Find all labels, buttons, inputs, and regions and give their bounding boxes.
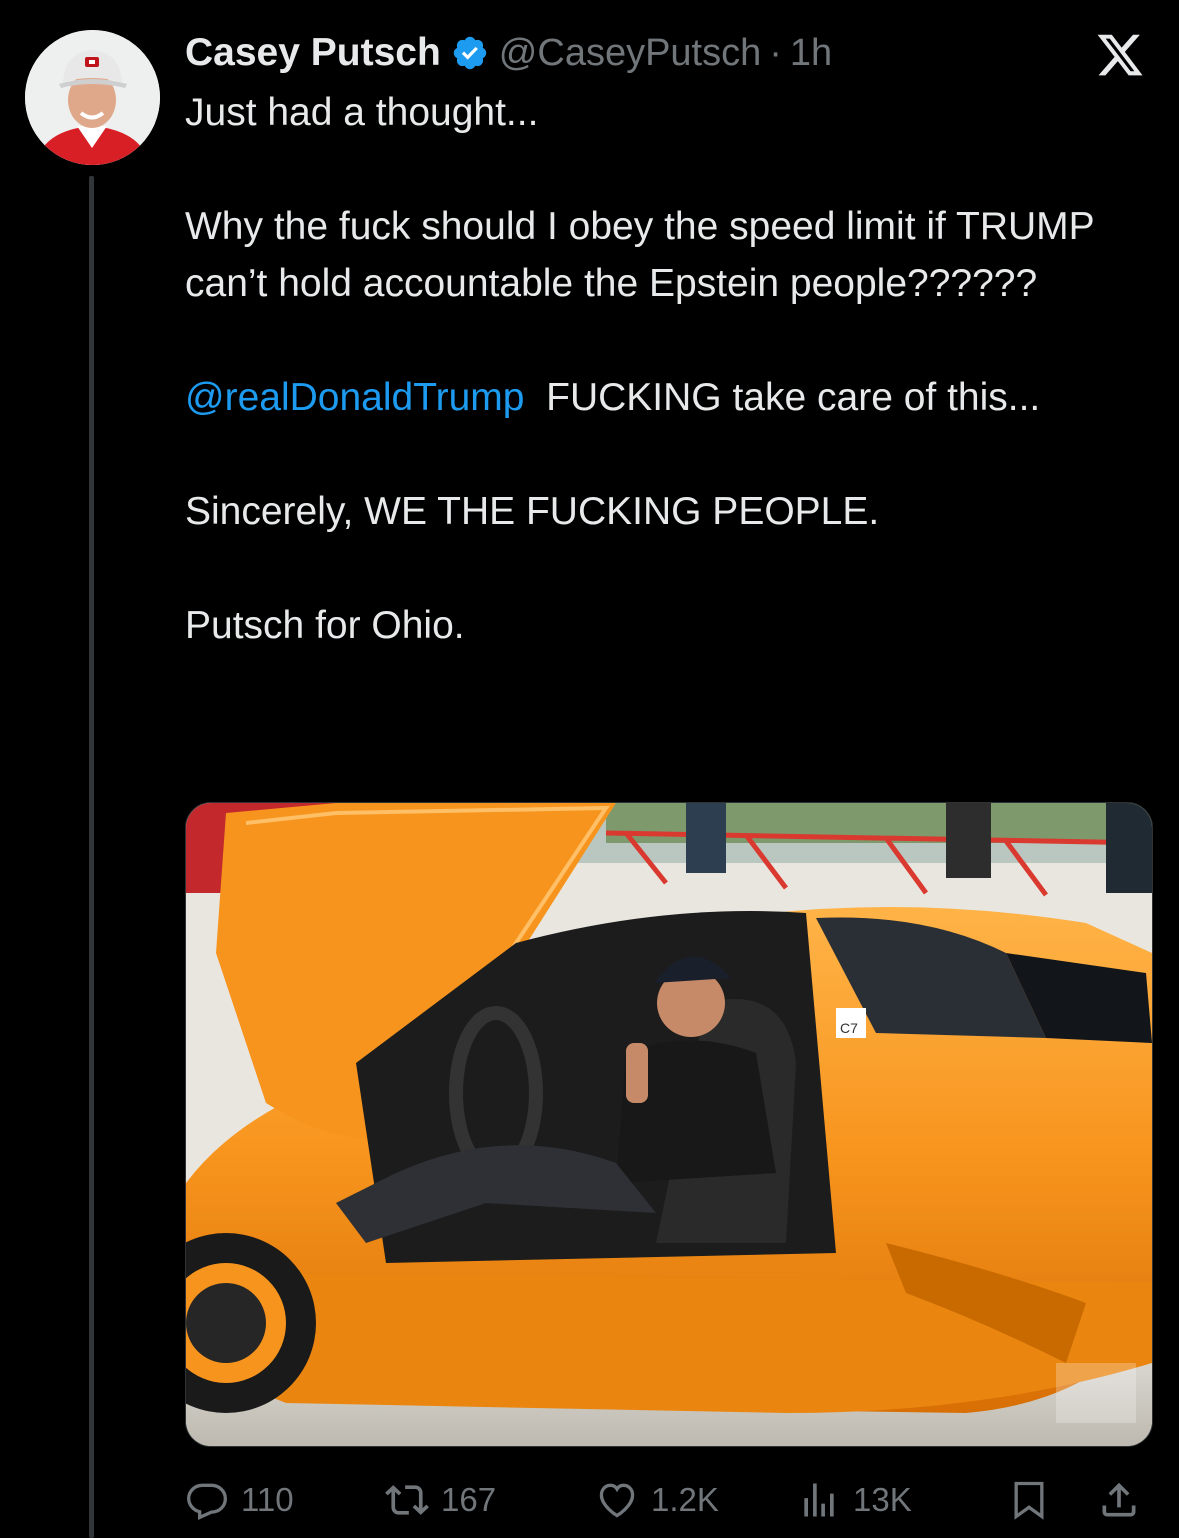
retweet-count: 167 xyxy=(441,1481,497,1518)
tweet-header: Casey Putsch @CaseyPutsch · 1h xyxy=(185,28,832,78)
like-icon xyxy=(599,1483,635,1518)
like-button[interactable]: 1.2K xyxy=(595,1475,719,1525)
bookmark-icon xyxy=(1014,1481,1044,1520)
reply-button[interactable]: 110 xyxy=(185,1475,294,1525)
tweet-line: Just had a thought... xyxy=(185,91,539,134)
tweet-line-rest: FUCKING take care of this... xyxy=(524,376,1041,419)
car-photo: C7 xyxy=(186,803,1152,1446)
thread-line xyxy=(89,176,94,1538)
views-button[interactable]: 13K xyxy=(797,1475,912,1525)
tweet-line: Sincerely, WE THE FUCKING PEOPLE. xyxy=(185,490,880,533)
views-icon xyxy=(804,1483,834,1517)
tweet-line: Putsch for Ohio. xyxy=(185,604,465,647)
sticker-text: C7 xyxy=(840,1020,858,1036)
avatar[interactable] xyxy=(25,30,160,165)
x-logo-icon[interactable] xyxy=(1093,30,1147,80)
retweet-button[interactable]: 167 xyxy=(385,1475,496,1525)
tweet-media[interactable]: C7 xyxy=(185,802,1153,1447)
views-count: 13K xyxy=(853,1481,912,1518)
retweet-icon xyxy=(385,1485,429,1515)
separator: · xyxy=(769,31,782,74)
timestamp[interactable]: 1h xyxy=(790,32,832,75)
author-handle[interactable]: @CaseyPutsch xyxy=(499,32,761,75)
like-count: 1.2K xyxy=(651,1481,719,1518)
tweet-text: Just had a thought... Why the fuck shoul… xyxy=(185,84,1125,654)
share-icon xyxy=(1102,1482,1136,1517)
author-name[interactable]: Casey Putsch xyxy=(185,31,441,75)
mention-link[interactable]: @realDonaldTrump xyxy=(185,376,524,419)
verified-badge-icon[interactable] xyxy=(451,34,489,72)
avatar-image xyxy=(25,30,160,165)
share-button[interactable] xyxy=(1097,1475,1141,1525)
action-bar: 110 167 1.2K 13K xyxy=(185,1475,1145,1525)
reply-count: 110 xyxy=(241,1481,294,1518)
tweet-line: @realDonaldTrump FUCKING take care of th… xyxy=(185,369,1125,426)
tweet-line: Why the fuck should I obey the speed lim… xyxy=(185,205,1094,305)
bookmark-button[interactable] xyxy=(1007,1475,1051,1525)
reply-icon xyxy=(187,1483,227,1520)
